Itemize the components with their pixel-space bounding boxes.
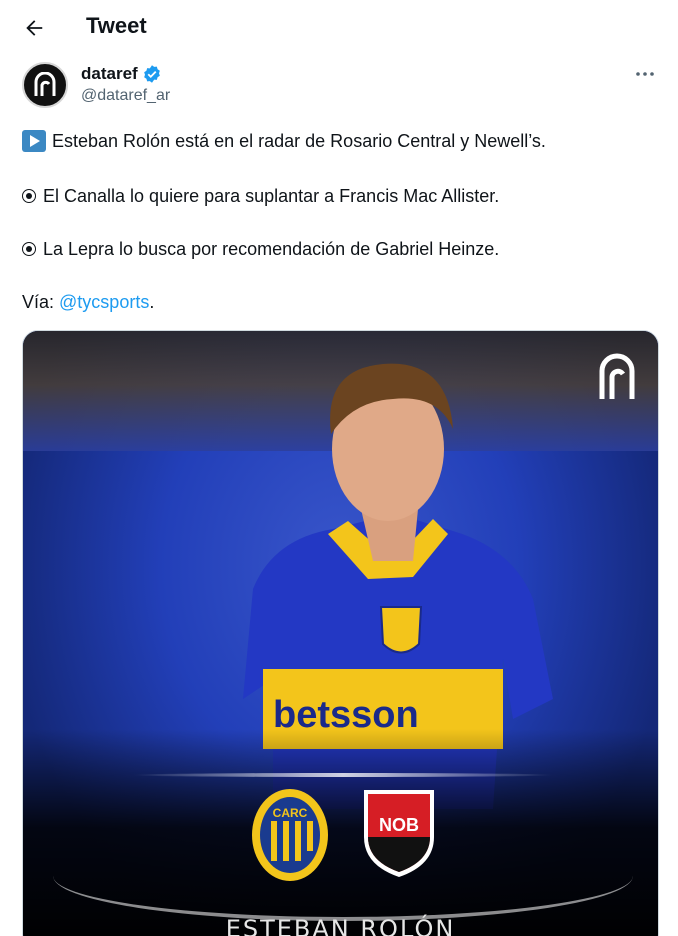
tweet-line-4: Vía: @tycsports.	[22, 289, 154, 315]
radio-bullet-icon	[22, 242, 36, 256]
via-suffix: .	[149, 292, 155, 312]
radio-bullet-icon	[22, 189, 36, 203]
tweet-line-2: El Canalla lo quiere para suplantar a Fr…	[22, 183, 499, 209]
tweet-author: dataref @dataref_ar	[22, 62, 662, 110]
tweet-line-2-text: El Canalla lo quiere para suplantar a Fr…	[43, 186, 500, 206]
dataref-watermark-icon	[599, 353, 635, 399]
mention-link[interactable]: @tycsports	[59, 292, 149, 312]
tweet-line-3: La Lepra lo busca por recomendación de G…	[22, 236, 499, 262]
more-horizontal-icon	[636, 72, 654, 76]
author-name-row: dataref	[81, 64, 162, 84]
tweet-line-3-text: La Lepra lo busca por recomendación de G…	[43, 239, 500, 259]
verified-badge-icon	[143, 65, 160, 83]
back-button[interactable]	[18, 12, 50, 44]
page-title: Tweet	[86, 13, 147, 38]
tweet-line-1: Esteban Rolón está en el radar de Rosari…	[22, 128, 546, 154]
via-label: Vía:	[22, 292, 60, 312]
dataref-logo-icon	[34, 72, 56, 96]
more-options-button[interactable]	[630, 62, 660, 86]
tweet-media-image[interactable]: betsson CARC NOB ESTEBAN ROLÓN	[22, 330, 659, 936]
tweet-line-1-text: Esteban Rolón está en el radar de Rosari…	[52, 131, 546, 151]
play-button-icon	[22, 130, 46, 152]
player-name-caption: ESTEBAN ROLÓN	[225, 915, 456, 936]
arrow-left-icon	[26, 20, 43, 36]
decorative-arc-top	[133, 773, 553, 777]
decorative-arc-bottom	[53, 831, 633, 921]
avatar[interactable]	[22, 62, 68, 108]
author-display-name[interactable]: dataref	[81, 64, 138, 84]
author-handle[interactable]: @dataref_ar	[81, 87, 170, 105]
tweet-header: Tweet	[0, 0, 678, 56]
crest-left-text: CARC	[273, 806, 308, 820]
